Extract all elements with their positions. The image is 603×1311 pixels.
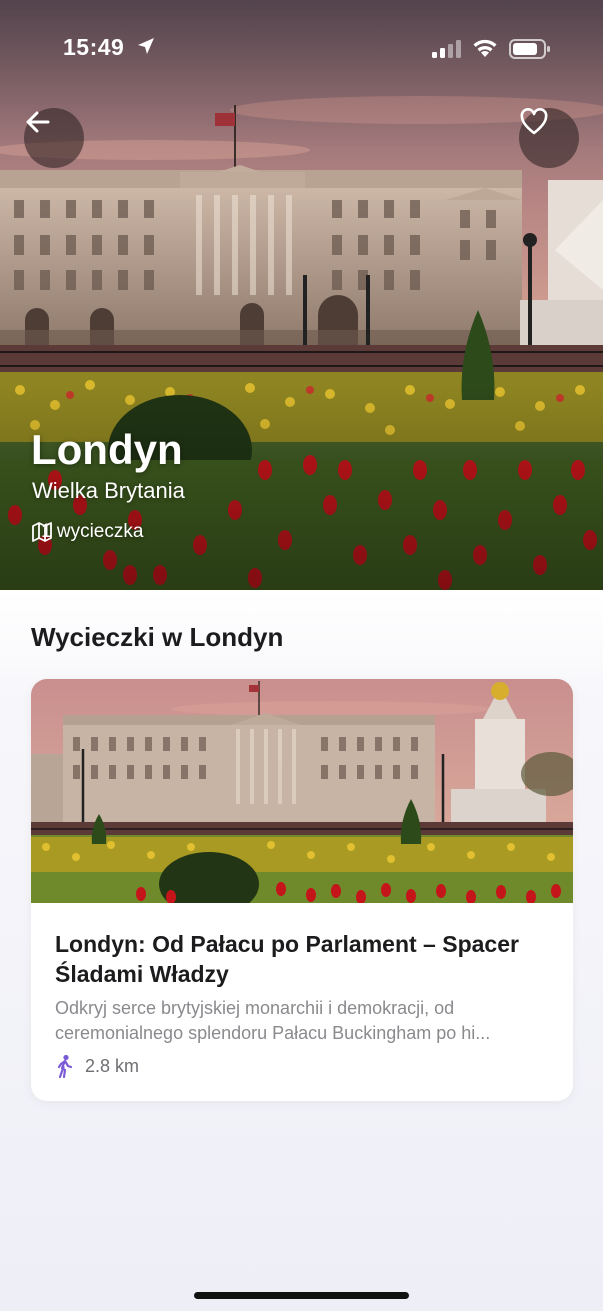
tour-title: Londyn: Od Pałacu po Parlament – Spacer … <box>55 931 519 987</box>
tour-description: Odkryj serce brytyjskiej monarchii i dem… <box>55 996 551 1046</box>
walking-icon <box>55 1054 75 1078</box>
tours-count: 1 wycieczka <box>31 521 143 543</box>
tour-card[interactable]: Londyn: Od Pałacu po Parlament – Spacer … <box>31 679 573 1101</box>
city-screen: 15:49 Londyn Wielka Brytania 1 wycieczka… <box>0 0 603 1311</box>
back-button[interactable] <box>24 108 84 168</box>
tour-distance: 2.8 km <box>55 1054 139 1078</box>
city-name: Londyn <box>31 426 183 473</box>
status-bar: 15:49 <box>0 0 603 96</box>
status-time: 15:49 <box>63 34 125 60</box>
tour-description-line-2: ceremonialnego splendoru Pałacu Buckingh… <box>55 1023 491 1043</box>
tour-description-line-1: Odkryj serce brytyjskiej monarchii i dem… <box>55 998 455 1018</box>
tour-distance-value: 2.8 km <box>85 1055 140 1076</box>
country-name: Wielka Brytania <box>32 478 185 503</box>
favorite-button[interactable] <box>519 108 579 168</box>
home-indicator[interactable] <box>194 1292 409 1299</box>
tours-count-label: 1 wycieczka <box>41 521 144 542</box>
section-title: Wycieczki w Londyn <box>31 622 284 652</box>
hero-image: 15:49 Londyn Wielka Brytania 1 wycieczka <box>0 0 603 590</box>
tour-image <box>31 679 573 903</box>
